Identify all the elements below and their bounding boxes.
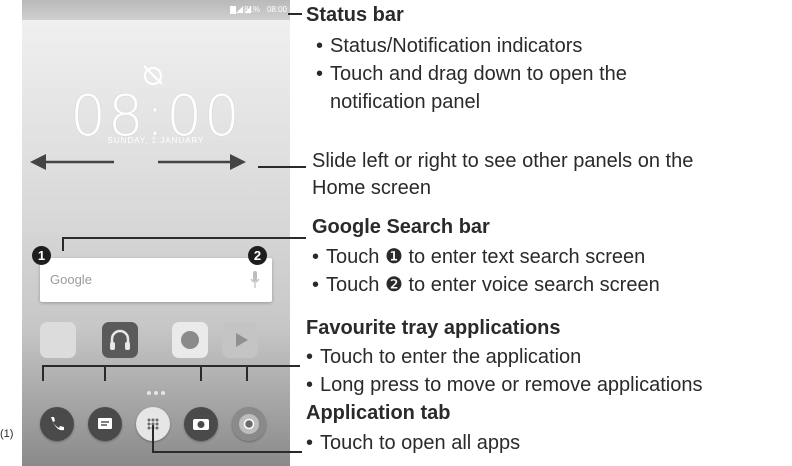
music-app-icon[interactable] (102, 322, 138, 358)
callout-status-bar (288, 13, 302, 15)
callout-app-tab-drop (152, 425, 154, 452)
marker-2: ❷ (384, 274, 403, 296)
google-logo: Google (50, 272, 92, 287)
camera-icon (193, 419, 209, 430)
google-folder-icon[interactable] (40, 322, 76, 358)
marker-1: ❶ (384, 246, 403, 268)
google-search-bullet-1: Touch ❶ to enter text search screen (312, 244, 645, 270)
date-label: SUNDAY, 1 JANUARY (107, 136, 205, 145)
arrow-left-icon (30, 154, 114, 170)
status-bar-heading: Status bar (306, 4, 404, 26)
favourite-tray-bullet-1: Touch to enter the application (306, 344, 581, 370)
phone-handset-icon (51, 417, 64, 431)
google-search-bar[interactable]: Google (40, 258, 272, 302)
flower-icon (181, 331, 199, 349)
figure-number: (1) (0, 428, 14, 440)
badge-1: 1 (32, 246, 51, 265)
chrome-app-icon[interactable] (232, 407, 266, 441)
callout-favourite-tray (42, 365, 300, 367)
slide-text-line-2: Home screen (312, 177, 431, 199)
google-search-heading: Google Search bar (312, 216, 490, 238)
camera-app-icon[interactable] (184, 407, 218, 441)
status-bar-bullet-2-cont: notification panel (330, 91, 481, 113)
status-bar-bullet-2: Touch and drag down to open the (316, 61, 627, 87)
status-bar-bullet-1: Status/Notification indicators (316, 33, 582, 59)
battery-percent: 81% (243, 5, 260, 14)
chrome-icon (239, 414, 259, 434)
callout-google-search (62, 237, 306, 239)
callout-application-tab (152, 451, 302, 453)
application-tab-heading: Application tab (306, 402, 451, 424)
headphones-icon (110, 329, 130, 350)
callout-tray-drop-1 (42, 365, 44, 381)
battery-icon (230, 6, 236, 14)
arrow-right-icon (158, 154, 246, 170)
messaging-app-icon[interactable] (88, 407, 122, 441)
callout-google-search-drop (62, 237, 64, 251)
microphone-icon[interactable] (250, 271, 260, 289)
favourite-tray-heading: Favourite tray applications (306, 317, 561, 339)
phone-app-icon[interactable] (40, 407, 74, 441)
application-tab-bullet-1: Touch to open all apps (306, 430, 520, 456)
play-triangle-icon (236, 333, 248, 347)
phone-home-screen: ◢◢ 81% 08:00 08:00 SUNDAY, 1 JANUARY Goo… (22, 0, 290, 466)
slide-text-line-1: Slide left or right to see other panels … (312, 150, 694, 172)
play-store-icon[interactable] (222, 322, 258, 358)
callout-tray-drop-3 (200, 365, 202, 381)
status-time: 08:00 (266, 5, 287, 14)
google-search-bullet-2: Touch ❷ to enter voice search screen (312, 272, 660, 298)
page-indicator (147, 382, 168, 400)
favourite-tray-bullet-2: Long press to move or remove application… (306, 372, 702, 398)
gallery-app-icon[interactable] (172, 322, 208, 358)
callout-tray-drop-2 (104, 365, 106, 381)
message-icon (98, 418, 112, 429)
callout-slide (258, 166, 306, 168)
badge-2: 2 (248, 246, 267, 265)
status-bar[interactable]: ◢◢ 81% 08:00 (22, 0, 290, 20)
callout-tray-drop-4 (246, 365, 248, 381)
